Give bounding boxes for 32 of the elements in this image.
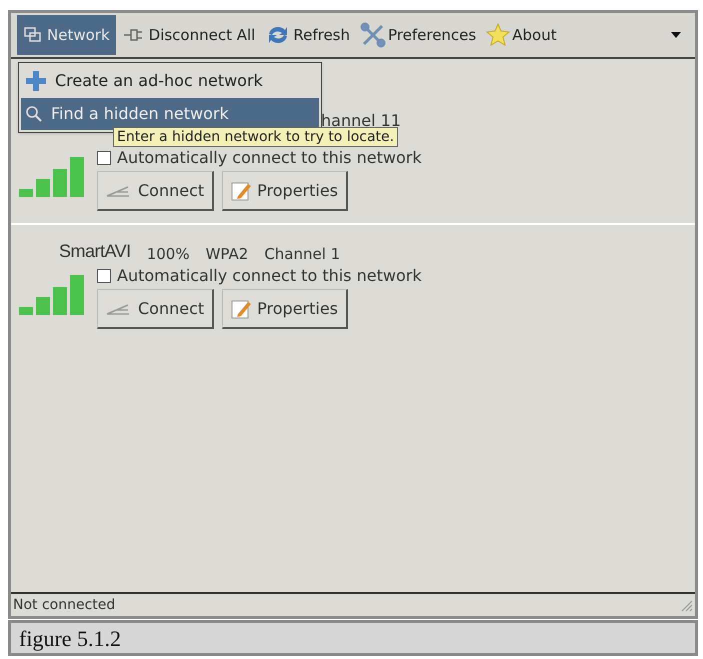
pencil-icon bbox=[231, 298, 254, 320]
pencil-icon bbox=[231, 180, 254, 202]
toolbar-button[interactable]: Disconnect All bbox=[120, 15, 258, 55]
connect-button[interactable]: Connect bbox=[97, 289, 214, 329]
channel-text: Channel 1 bbox=[264, 244, 340, 264]
network-name: SmartAVI bbox=[59, 240, 131, 263]
checkbox[interactable] bbox=[97, 151, 111, 165]
toolbar-button[interactable]: Preferences bbox=[357, 15, 480, 55]
toolbar-button[interactable]: Refresh bbox=[262, 15, 353, 55]
menu-item[interactable]: Create an ad-hoc network bbox=[21, 65, 319, 97]
menu-item[interactable]: Find a hidden network bbox=[21, 98, 319, 130]
star-icon bbox=[486, 23, 510, 47]
auto-connect-label: Automatically connect to this network bbox=[117, 147, 422, 169]
properties-button[interactable]: Properties bbox=[222, 289, 348, 329]
search-icon bbox=[25, 105, 43, 123]
plus-icon bbox=[25, 70, 47, 92]
network-info-text: hannel 11 bbox=[321, 110, 401, 130]
toolbar-button[interactable]: About bbox=[483, 15, 560, 55]
signal-strength-text: 100% bbox=[146, 244, 190, 264]
status-text: Not connected bbox=[13, 596, 116, 614]
monitors-icon bbox=[23, 26, 43, 44]
figure-caption: figure 5.1.2 bbox=[19, 624, 122, 653]
resize-grip-icon bbox=[679, 598, 693, 612]
auto-connect-label: Automatically connect to this network bbox=[117, 265, 422, 287]
encryption-text: WPA2 bbox=[206, 244, 248, 264]
dropdown-arrow-icon[interactable] bbox=[671, 32, 681, 38]
tools-icon bbox=[360, 22, 386, 48]
connect-button[interactable]: Connect bbox=[97, 171, 214, 211]
properties-button[interactable]: Properties bbox=[222, 171, 348, 211]
toolbar-button[interactable]: Network bbox=[17, 15, 116, 55]
checkbox[interactable] bbox=[97, 269, 111, 283]
tooltip: Enter a hidden network to try to locate. bbox=[113, 127, 398, 147]
